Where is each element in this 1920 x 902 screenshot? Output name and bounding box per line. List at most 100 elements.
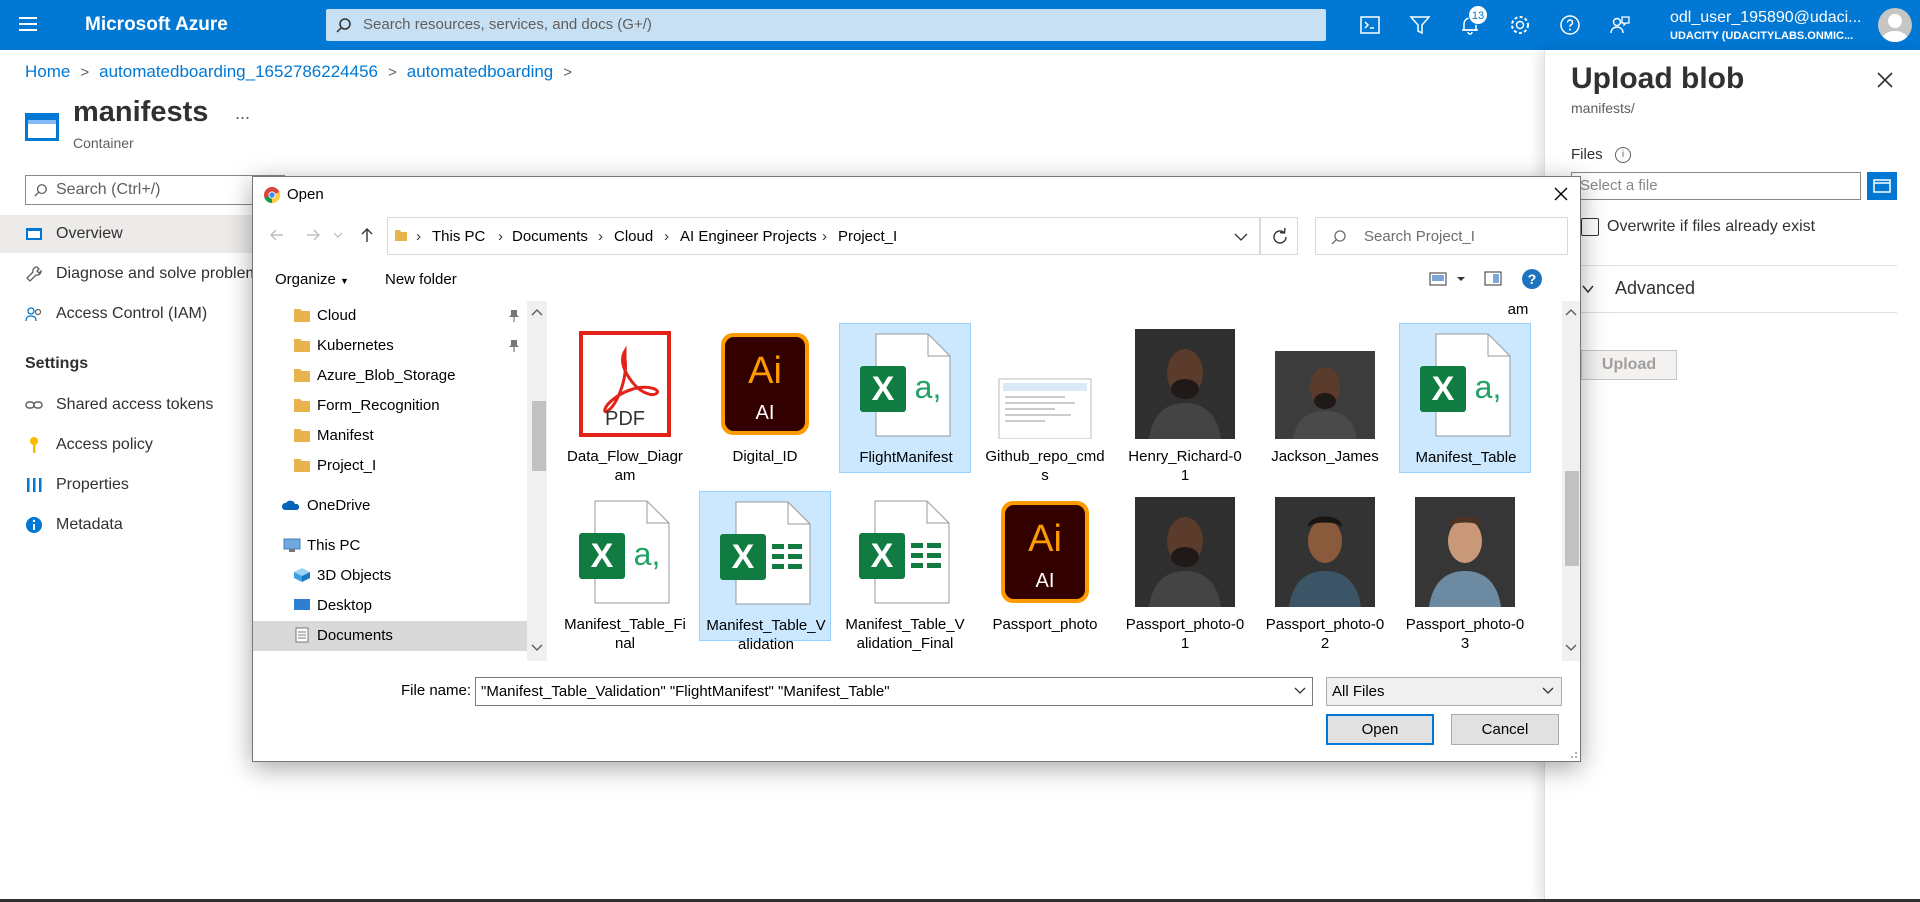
change-view-icon[interactable] (1429, 269, 1469, 289)
file-tile-passport-photo-02[interactable]: Passport_photo-0 2 (1259, 491, 1391, 652)
cloud-shell-icon[interactable] (1358, 13, 1382, 37)
tree-item-this-pc[interactable]: This PC (253, 531, 527, 561)
path-project-i[interactable]: Project_I (838, 228, 897, 245)
tree-scrollbar[interactable] (527, 301, 547, 661)
file-tile-passport-photo-01[interactable]: Passport_photo-0 1 (1119, 491, 1251, 652)
tree-item-manifest[interactable]: Manifest (253, 421, 527, 451)
address-path-bar[interactable]: › This PC › Documents › Cloud › AI Engin… (387, 217, 1260, 255)
breadcrumb-container-parent[interactable]: automatedboarding (407, 62, 554, 82)
scroll-up-icon[interactable] (527, 305, 547, 319)
tree-item-onedrive[interactable]: OneDrive (253, 491, 527, 521)
chevron-down-icon[interactable] (1234, 232, 1248, 242)
chevron-down-icon[interactable] (1293, 684, 1307, 698)
file-tile-manifest-table-validation[interactable]: X Manifest_Table_V alidation (699, 491, 831, 653)
hamburger-menu-icon[interactable] (19, 15, 41, 33)
file-select-input[interactable]: Select a file (1571, 172, 1861, 200)
tree-item-desktop[interactable]: Desktop (253, 591, 527, 621)
file-name: Manifest_Table_V alidation (702, 616, 830, 654)
advanced-section-toggle[interactable]: Advanced (1615, 278, 1695, 299)
chevron-down-icon[interactable] (1581, 282, 1595, 296)
back-arrow-icon[interactable] (269, 227, 285, 243)
gear-icon[interactable] (1508, 13, 1532, 37)
tree-item-cloud[interactable]: Cloud (253, 301, 527, 331)
file-name-input[interactable]: "Manifest_Table_Validation" "FlightManif… (475, 677, 1313, 706)
nav-item-shared-access-tokens[interactable]: Shared access tokens (0, 386, 260, 424)
user-account-name[interactable]: odl_user_195890@udaci... (1670, 9, 1862, 27)
file-view-scroll-thumb[interactable] (1565, 471, 1579, 566)
feedback-icon[interactable] (1608, 13, 1632, 37)
recent-locations-chevron-icon[interactable] (333, 227, 343, 243)
overwrite-checkbox[interactable] (1581, 218, 1599, 236)
tree-scroll-thumb[interactable] (532, 401, 546, 471)
refresh-icon[interactable] (1260, 217, 1298, 255)
path-cloud[interactable]: Cloud (614, 228, 653, 245)
new-folder-button[interactable]: New folder (385, 271, 457, 288)
path-this-pc[interactable]: This PC (432, 228, 485, 245)
info-icon[interactable]: i (1615, 147, 1631, 163)
file-tile-flightmanifest[interactable]: Xa, FlightManifest (839, 323, 971, 473)
scroll-up-icon[interactable] (1562, 305, 1580, 319)
path-documents[interactable]: Documents (512, 228, 588, 245)
onedrive-icon (281, 497, 300, 513)
help-icon[interactable]: ? (1521, 268, 1543, 290)
scroll-down-icon[interactable] (527, 641, 547, 655)
tree-item-project-i[interactable]: Project_I (253, 451, 527, 481)
nav-item-access-policy[interactable]: Access policy (0, 426, 260, 464)
file-tile-jackson-james[interactable]: Jackson_James (1259, 323, 1391, 473)
help-icon[interactable] (1558, 13, 1582, 37)
nav-item-diagnose[interactable]: Diagnose and solve problems (0, 255, 267, 293)
breadcrumb-storage-account[interactable]: automatedboarding_1652786224456 (99, 62, 378, 82)
file-tile-manifest-table-final[interactable]: Xa, Manifest_Table_Fi nal (559, 491, 691, 652)
close-icon[interactable] (1552, 185, 1570, 203)
open-button[interactable]: Open (1326, 714, 1434, 745)
avatar[interactable] (1878, 8, 1912, 42)
forward-arrow-icon[interactable] (305, 227, 321, 243)
up-arrow-icon[interactable] (359, 227, 375, 243)
file-tile-data-flow-diagram[interactable]: PDF Data_Flow_Diagr am (559, 323, 691, 484)
brand-title[interactable]: Microsoft Azure (85, 14, 228, 36)
file-name: Henry_Richard-0 1 (1121, 447, 1249, 485)
file-tile-henry-richard-01[interactable]: Henry_Richard-0 1 (1119, 323, 1251, 484)
browse-folder-button[interactable] (1867, 172, 1897, 200)
chevron-down-icon[interactable] (1541, 684, 1555, 698)
tree-item-3d-objects[interactable]: 3D Objects (253, 561, 527, 591)
tree-item-kubernetes[interactable]: Kubernetes (253, 331, 527, 361)
upload-blob-panel: Upload blob manifests/ Files i Select a … (1544, 50, 1920, 902)
file-name: Passport_photo-0 2 (1261, 615, 1389, 653)
file-tile-github-repo-cmds[interactable]: Github_repo_cmd s (979, 323, 1111, 484)
cancel-button[interactable]: Cancel (1451, 714, 1559, 745)
preview-pane-icon[interactable] (1483, 269, 1503, 289)
open-file-dialog: Open › This PC › Documents › Cloud › AI … (252, 176, 1581, 762)
file-tile-digital-id[interactable]: Ai AI Digital_ID (699, 323, 831, 473)
close-icon[interactable] (1875, 70, 1895, 90)
path-ai-engineer-projects[interactable]: AI Engineer Projects (680, 228, 817, 245)
organize-button[interactable]: Organize ▼ (275, 271, 349, 288)
global-search-input[interactable]: Search resources, services, and docs (G+… (326, 9, 1326, 41)
dialog-search-input[interactable]: Search Project_I (1315, 217, 1568, 255)
user-tenant[interactable]: UDACITY (UDACITYLABS.ONMIC... (1670, 30, 1853, 42)
nav-search-input[interactable]: Search (Ctrl+/) (25, 175, 285, 205)
file-type-select[interactable]: All Files (1326, 677, 1562, 706)
file-view-scrollbar[interactable] (1562, 301, 1580, 661)
upload-button[interactable]: Upload (1581, 350, 1677, 380)
resize-grip-icon[interactable] (1568, 749, 1578, 759)
file-tile-passport-photo-03[interactable]: Passport_photo-0 3 (1399, 491, 1531, 652)
nav-item-access-control[interactable]: Access Control (IAM) (0, 295, 260, 333)
file-name-text: Manifest_Table_Fi nal (564, 616, 686, 652)
file-tile-passport-photo[interactable]: Ai AI Passport_photo (979, 491, 1111, 641)
tree-item-azure-blob-storage[interactable]: Azure_Blob_Storage (253, 361, 527, 391)
more-options-icon[interactable]: ... (235, 103, 250, 124)
folder-icon (293, 457, 311, 473)
file-tile-manifest-table[interactable]: Xa, Manifest_Table (1399, 323, 1531, 473)
nav-item-overview[interactable]: Overview (0, 215, 260, 253)
nav-item-metadata[interactable]: Metadata (0, 506, 260, 544)
nav-item-properties[interactable]: Properties (0, 466, 260, 504)
nav-item-label: Metadata (56, 516, 123, 533)
tree-item-form-recognition[interactable]: Form_Recognition (253, 391, 527, 421)
notification-count-badge[interactable]: 13 (1468, 5, 1488, 25)
directory-filter-icon[interactable] (1408, 13, 1432, 37)
file-tile-manifest-table-validation-final[interactable]: X Manifest_Table_V alidation_Final (839, 491, 971, 652)
scroll-down-icon[interactable] (1562, 641, 1580, 655)
tree-item-documents[interactable]: Documents (253, 621, 527, 651)
breadcrumb-home[interactable]: Home (25, 62, 70, 82)
